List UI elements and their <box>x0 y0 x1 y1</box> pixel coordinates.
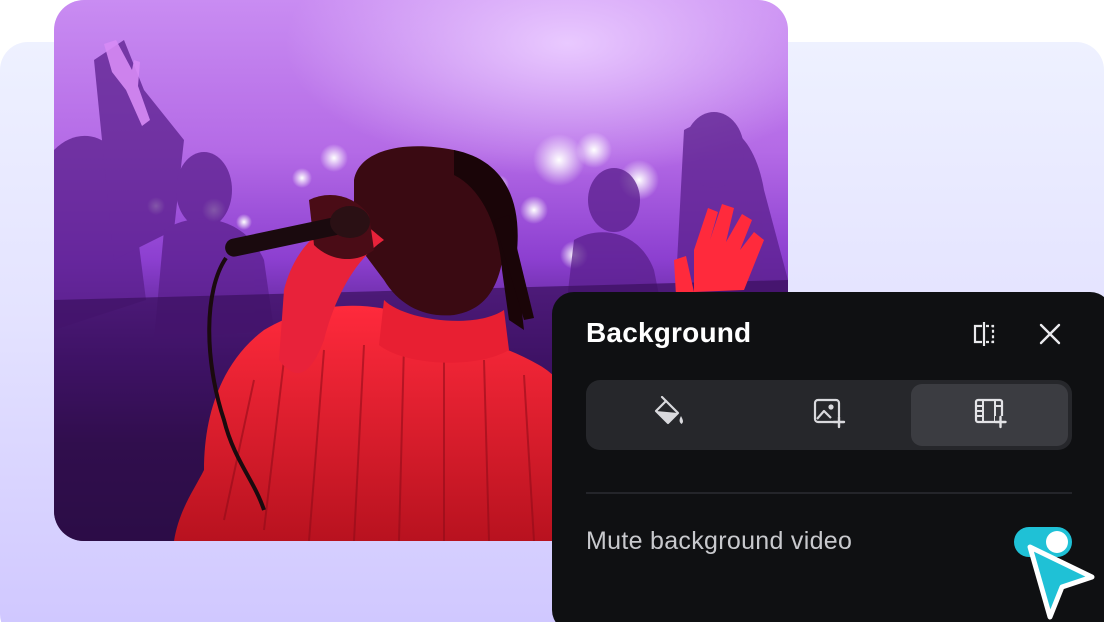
pointer-cursor-icon <box>1022 537 1098 622</box>
tab-add-video[interactable] <box>911 384 1069 446</box>
mute-background-video-label: Mute background video <box>586 527 853 555</box>
add-video-icon <box>972 396 1008 435</box>
stage: Background Mute background video <box>0 0 1104 622</box>
panel-title: Background <box>586 317 752 348</box>
background-panel: Background Mute background video <box>552 292 1104 622</box>
divider <box>586 492 1072 494</box>
paint-bucket-icon <box>650 395 686 435</box>
split-view-icon[interactable] <box>968 318 1000 350</box>
background-type-tabs <box>586 380 1072 450</box>
tab-add-image[interactable] <box>751 384 908 446</box>
close-icon[interactable] <box>1034 318 1066 350</box>
add-image-icon <box>811 396 847 435</box>
tab-color-fill[interactable] <box>590 384 747 446</box>
